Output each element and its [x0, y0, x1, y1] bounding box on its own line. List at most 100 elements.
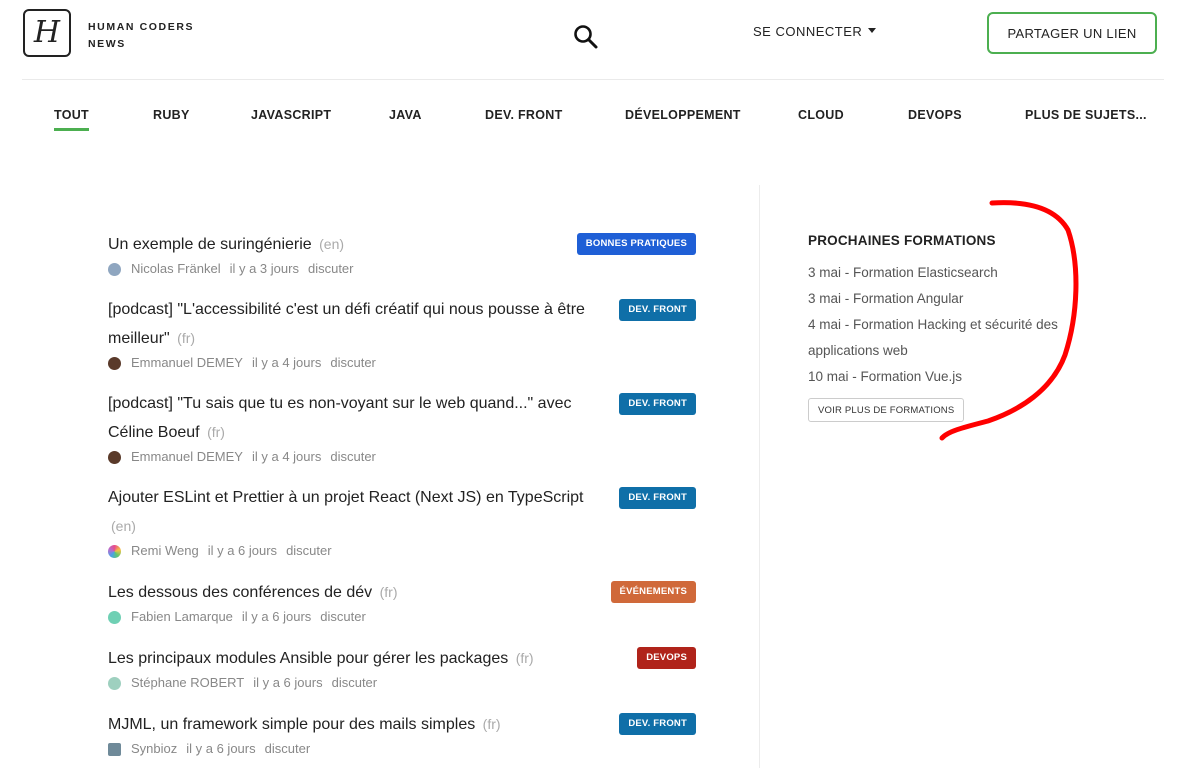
news-meta: Fabien Lamarque il y a 6 jours discuter — [108, 607, 698, 627]
news-time: il y a 6 jours — [241, 609, 312, 624]
discuss-link[interactable]: discuter — [286, 541, 332, 561]
news-item: Un exemple de suringénierie (en) Nicolas… — [108, 230, 698, 279]
topic-tabs: TOUT RUBY JAVASCRIPT JAVA DEV. FRONT DÉV… — [0, 108, 1182, 138]
logo[interactable]: H — [23, 9, 71, 57]
header-divider — [22, 79, 1164, 80]
brand-line-2: NEWS — [88, 38, 126, 50]
discuss-link[interactable]: discuter — [308, 259, 354, 279]
news-title[interactable]: MJML, un framework simple pour des mails… — [108, 710, 603, 739]
news-meta: Emmanuel DEMEY il y a 4 jours discuter — [108, 353, 698, 373]
news-language: (en) — [111, 518, 136, 534]
tab-cloud[interactable]: CLOUD — [798, 108, 844, 128]
news-title[interactable]: [podcast] "Tu sais que tu es non-voyant … — [108, 390, 603, 447]
avatar — [108, 610, 121, 624]
avatar — [108, 450, 121, 464]
news-meta: Nicolas Fränkel il y a 3 jours discuter — [108, 259, 698, 279]
tab-devops[interactable]: DEVOPS — [908, 108, 962, 128]
news-author[interactable]: Nicolas Fränkel — [131, 259, 221, 279]
share-link-button[interactable]: PARTAGER UN LIEN — [987, 12, 1157, 54]
training-item[interactable]: 10 mai - Formation Vue.js — [808, 364, 1058, 390]
news-language: (fr) — [177, 330, 196, 346]
news-language: (fr) — [482, 716, 501, 732]
avatar — [108, 356, 121, 370]
sidebar-title: PROCHAINES FORMATIONS — [808, 233, 996, 248]
upcoming-trainings: PROCHAINES FORMATIONS 3 mai - Formation … — [808, 232, 1078, 422]
tab-tout[interactable]: TOUT — [54, 108, 89, 131]
news-author[interactable]: Remi Weng — [131, 541, 199, 561]
news-title[interactable]: Les dessous des conférences de dév (fr) — [108, 578, 603, 607]
discuss-link[interactable]: discuter — [332, 673, 378, 693]
discuss-link[interactable]: discuter — [330, 447, 376, 467]
news-title-text: Les dessous des conférences de dév — [108, 584, 373, 601]
news-time: il y a 4 jours — [251, 449, 322, 464]
brand-name[interactable]: HUMAN CODERS NEWS — [88, 19, 194, 53]
news-title[interactable]: Les principaux modules Ansible pour gére… — [108, 644, 603, 673]
topic-badge[interactable]: DEV. FRONT — [619, 299, 696, 321]
news-author[interactable]: Emmanuel DEMEY — [131, 447, 243, 467]
news-title-text: Un exemple de suringénierie — [108, 236, 312, 253]
topic-badge[interactable]: DEV. FRONT — [619, 713, 696, 735]
news-title[interactable]: Ajouter ESLint et Prettier à un projet R… — [108, 484, 603, 541]
tab-javascript[interactable]: JAVASCRIPT — [251, 108, 331, 128]
news-item: [podcast] "L'accessibilité c'est un défi… — [108, 296, 698, 373]
discuss-link[interactable]: discuter — [320, 607, 366, 627]
news-title-text: Les principaux modules Ansible pour gére… — [108, 650, 509, 667]
training-item[interactable]: 3 mai - Formation Elasticsearch — [808, 260, 1058, 286]
avatar — [108, 262, 121, 276]
news-author[interactable]: Fabien Lamarque — [131, 607, 233, 627]
news-item: [podcast] "Tu sais que tu es non-voyant … — [108, 390, 698, 467]
news-time: il y a 6 jours — [186, 741, 256, 756]
news-language: (fr) — [379, 584, 398, 600]
tab-ruby[interactable]: RUBY — [153, 108, 190, 128]
news-item: Les principaux modules Ansible pour gére… — [108, 644, 698, 693]
news-time: il y a 6 jours — [207, 543, 278, 558]
topic-badge[interactable]: DEV. FRONT — [619, 393, 696, 415]
discuss-link[interactable]: discuter — [265, 739, 311, 759]
news-meta: Stéphane ROBERT il y a 6 jours discuter — [108, 673, 698, 693]
news-item: Les dessous des conférences de dév (fr) … — [108, 578, 698, 627]
training-item[interactable]: 3 mai - Formation Angular — [808, 286, 1058, 312]
news-language: (en) — [319, 236, 345, 252]
topic-badge[interactable]: DEVOPS — [637, 647, 696, 669]
tab-developpement[interactable]: DÉVELOPPEMENT — [625, 108, 741, 128]
site-header: H HUMAN CODERS NEWS SE CONNECTER PARTAGE… — [0, 0, 1182, 80]
chevron-down-icon — [868, 28, 877, 34]
column-divider — [759, 185, 760, 768]
news-language: (fr) — [515, 650, 534, 666]
news-meta: Emmanuel DEMEY il y a 4 jours discuter — [108, 447, 698, 467]
news-title-text: MJML, un framework simple pour des mails… — [108, 716, 476, 733]
topic-badge[interactable]: DEV. FRONT — [619, 487, 696, 509]
discuss-link[interactable]: discuter — [330, 353, 376, 373]
news-title[interactable]: [podcast] "L'accessibilité c'est un défi… — [108, 296, 603, 353]
search-button[interactable] — [572, 23, 600, 51]
news-item: Ajouter ESLint et Prettier à un projet R… — [108, 484, 698, 561]
news-item: MJML, un framework simple pour des mails… — [108, 710, 698, 759]
topic-badge[interactable]: BONNES PRATIQUES — [576, 233, 696, 255]
news-time: il y a 3 jours — [229, 261, 299, 276]
avatar — [108, 676, 121, 690]
search-icon — [574, 25, 598, 49]
login-label: SE CONNECTER — [753, 24, 863, 39]
news-meta: Remi Weng il y a 6 jours discuter — [108, 541, 698, 561]
news-author[interactable]: Emmanuel DEMEY — [131, 353, 243, 373]
news-time: il y a 6 jours — [253, 675, 323, 690]
training-item[interactable]: 4 mai - Formation Hacking et sécurité de… — [808, 312, 1058, 364]
topic-badge[interactable]: ÉVÉNEMENTS — [610, 581, 696, 603]
logo-letter: H — [33, 15, 61, 50]
training-list: 3 mai - Formation Elasticsearch 3 mai - … — [808, 260, 1078, 390]
news-author[interactable]: Synbioz — [131, 739, 177, 759]
tab-dev-front[interactable]: DEV. FRONT — [485, 108, 563, 128]
news-time: il y a 4 jours — [251, 355, 322, 370]
news-title-text: [podcast] "Tu sais que tu es non-voyant … — [108, 395, 572, 441]
avatar — [108, 742, 121, 756]
login-dropdown[interactable]: SE CONNECTER — [753, 24, 877, 39]
news-author[interactable]: Stéphane ROBERT — [131, 673, 244, 693]
tab-more-topics[interactable]: PLUS DE SUJETS... — [1025, 108, 1147, 128]
news-title-text: Ajouter ESLint et Prettier à un projet R… — [108, 489, 584, 506]
avatar — [108, 544, 121, 558]
tab-java[interactable]: JAVA — [389, 108, 422, 128]
news-meta: Synbioz il y a 6 jours discuter — [108, 739, 698, 759]
news-title[interactable]: Un exemple de suringénierie (en) — [108, 230, 603, 259]
news-language: (fr) — [207, 424, 225, 440]
more-trainings-button[interactable]: VOIR PLUS DE FORMATIONS — [808, 398, 965, 422]
